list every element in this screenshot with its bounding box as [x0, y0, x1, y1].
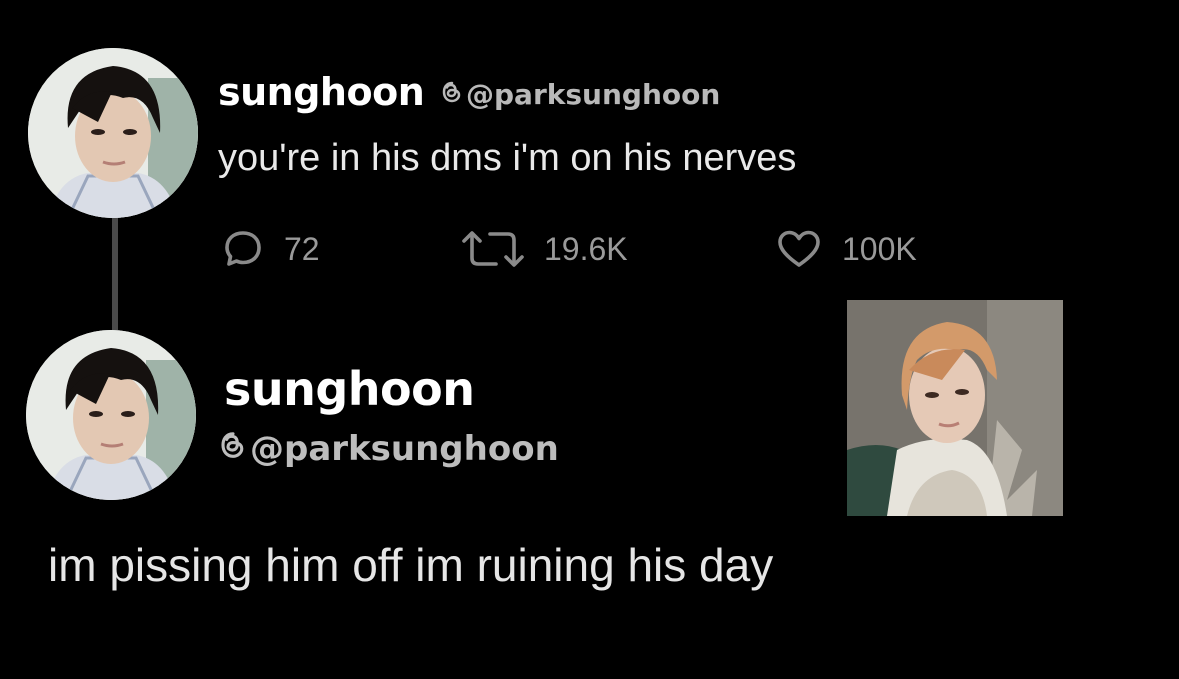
- post2-handle-text: @parksunghoon: [250, 429, 559, 469]
- repost-count: 19.6K: [544, 230, 628, 267]
- reply-count: 72: [284, 230, 320, 267]
- post1-text: you're in his dms i'm on his nerves: [218, 137, 797, 179]
- repost-button[interactable]: 19.6K: [458, 228, 628, 270]
- threads-icon: [218, 429, 248, 469]
- reply-button[interactable]: 72: [222, 228, 320, 270]
- selfie-photo[interactable]: [847, 300, 1063, 516]
- avatar-image: [28, 48, 198, 218]
- threads-icon: [440, 78, 464, 111]
- heart-icon: [776, 228, 822, 270]
- selfie-image: [847, 300, 1063, 516]
- avatar[interactable]: [28, 48, 198, 218]
- repost-arrows-icon: [458, 228, 528, 270]
- post2-text: im pissing him off im ruining his day: [48, 539, 774, 591]
- thread-connector-line: [112, 218, 118, 330]
- like-count: 100K: [842, 230, 917, 267]
- reply-bubble-icon: [222, 228, 264, 270]
- avatar-image: [26, 330, 196, 500]
- post2-display-name[interactable]: sunghoon: [224, 362, 475, 416]
- post1-handle-text: @parksunghoon: [466, 78, 721, 111]
- post1-display-name[interactable]: sunghoon: [218, 70, 425, 114]
- post1-handle[interactable]: @parksunghoon: [440, 78, 720, 111]
- like-button[interactable]: 100K: [776, 228, 917, 270]
- avatar[interactable]: [26, 330, 196, 500]
- post2-handle[interactable]: @parksunghoon: [218, 429, 559, 469]
